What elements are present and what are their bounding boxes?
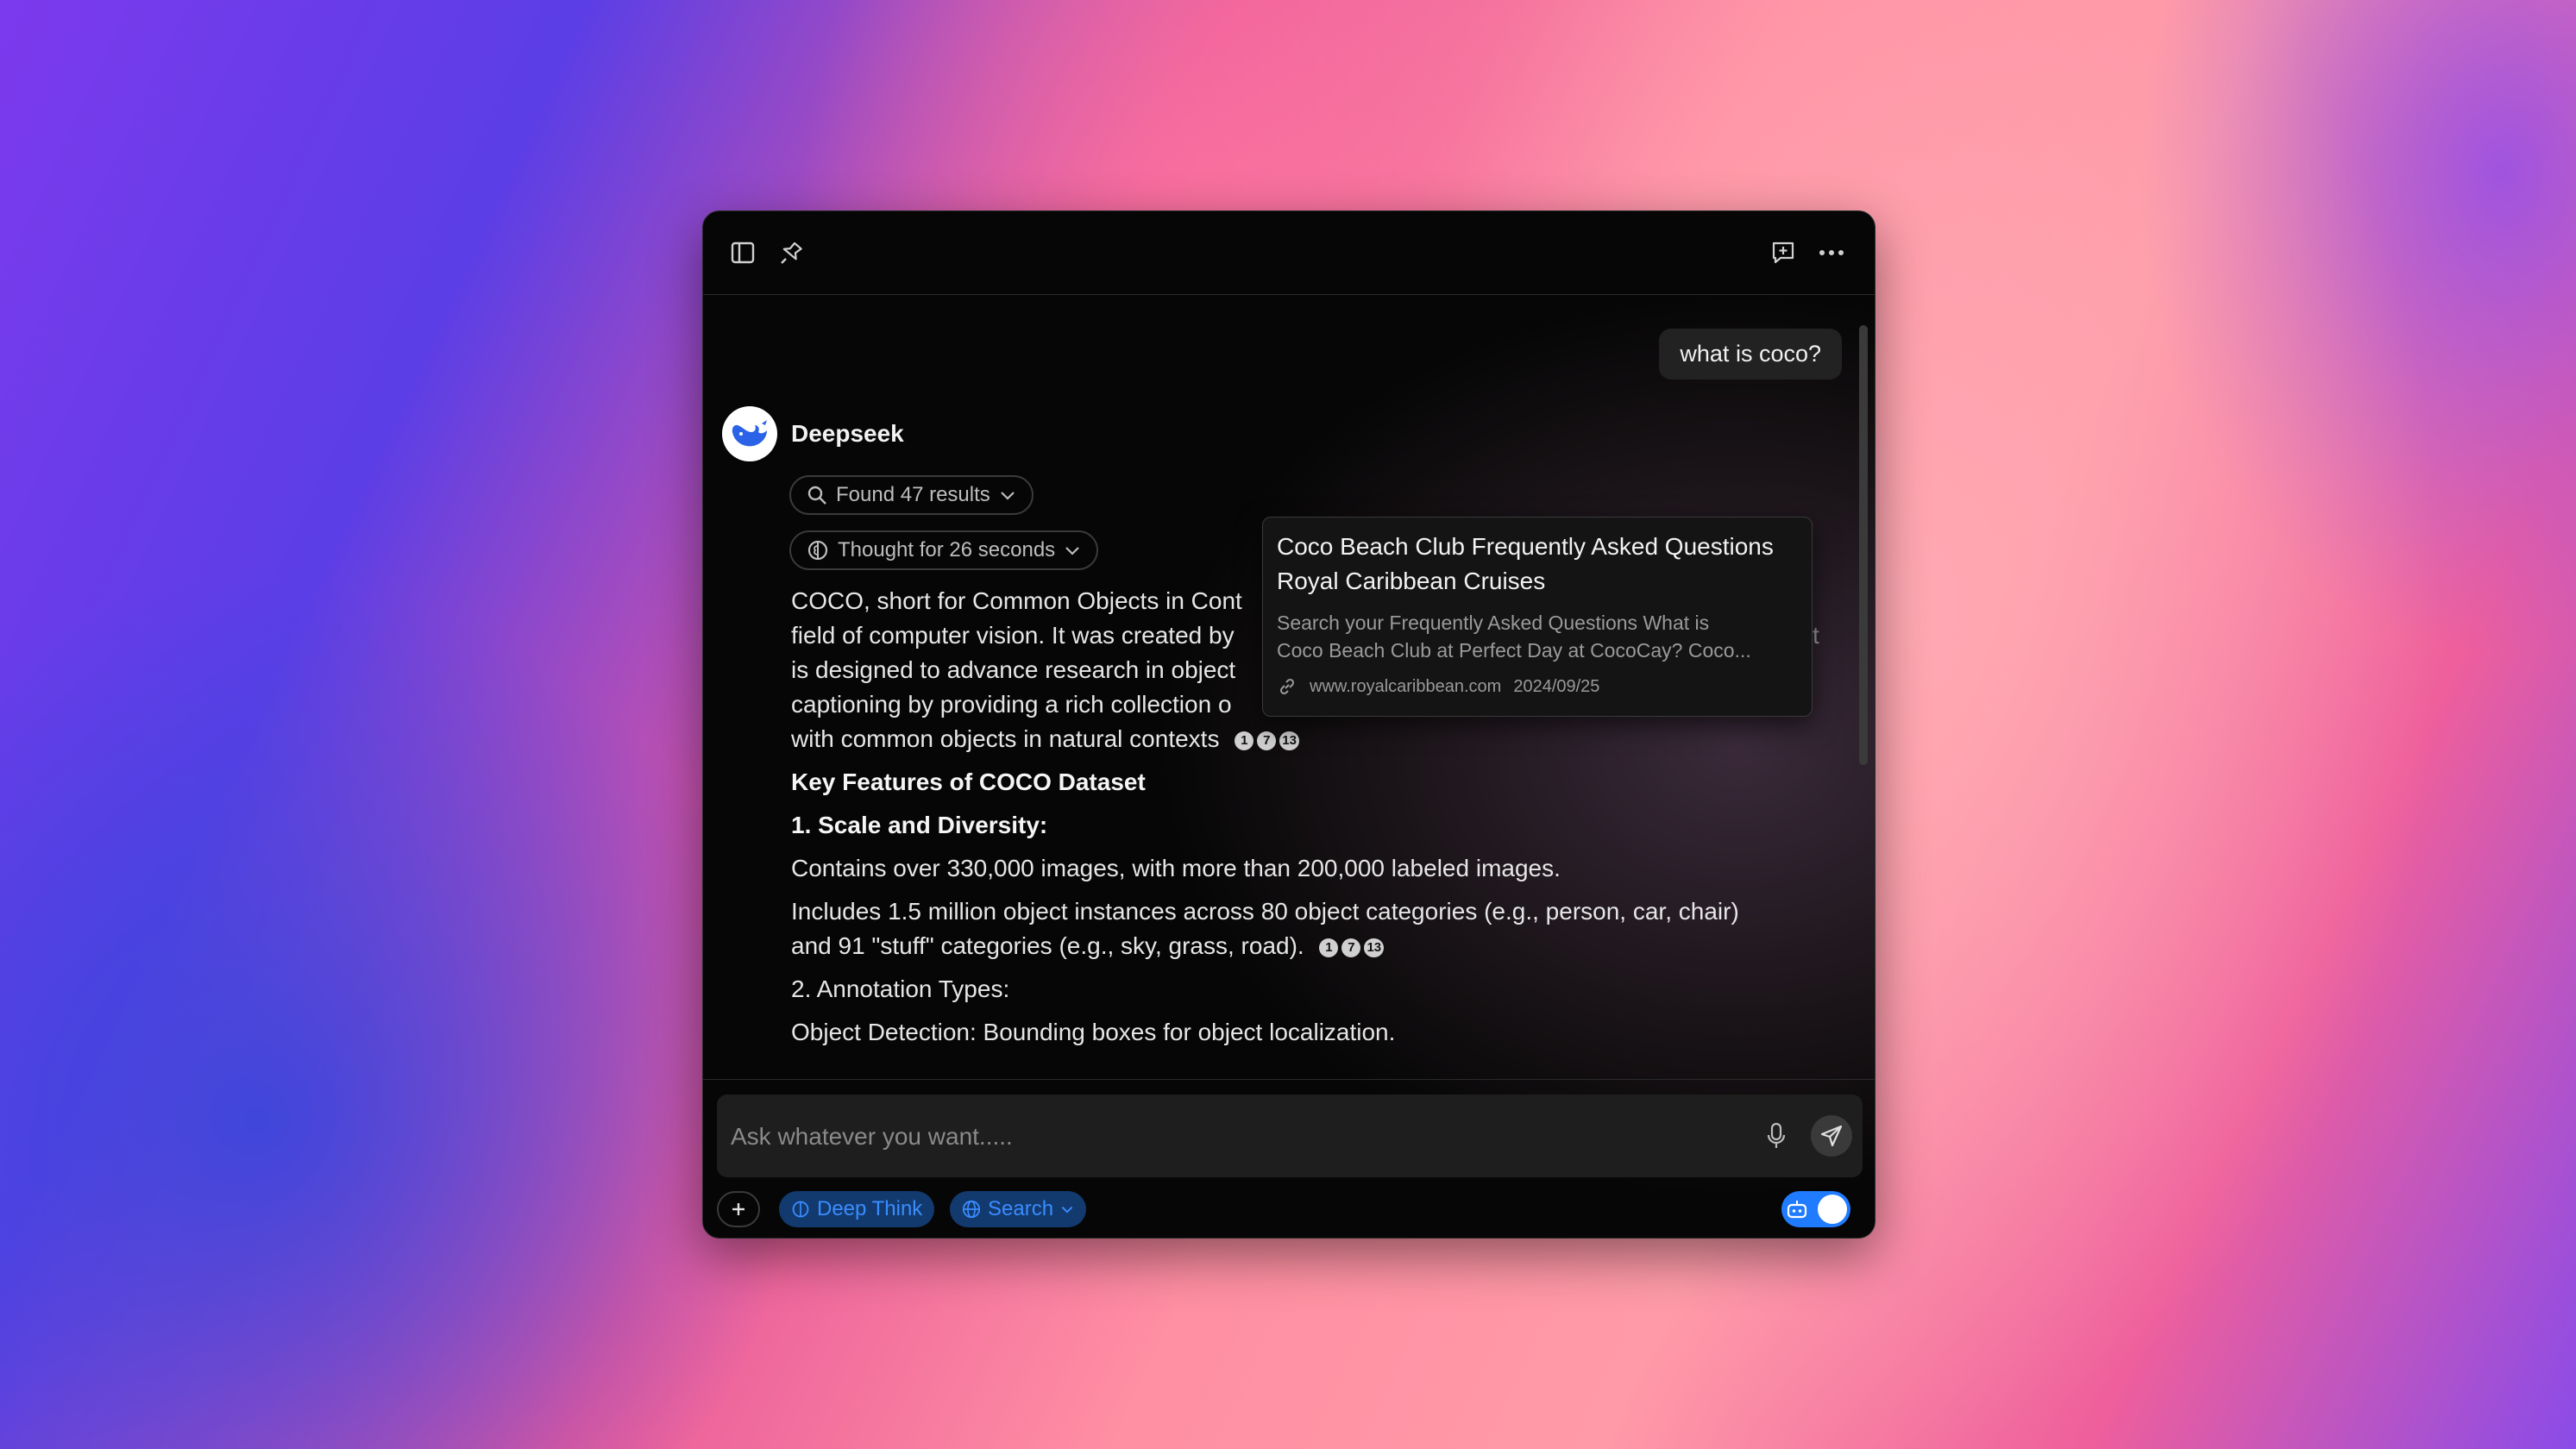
deep-think-toggle[interactable]: Deep Think: [779, 1191, 935, 1227]
answer-text-line: COCO, short for Common Objects in Cont: [791, 587, 1242, 614]
section-heading: Key Features of COCO Dataset: [791, 768, 1146, 795]
microphone-icon[interactable]: [1766, 1122, 1787, 1154]
answer-text: with common objects in natural contexts: [791, 725, 1220, 752]
deep-think-label: Deep Think: [817, 1197, 923, 1220]
chevron-down-icon: [1061, 1206, 1073, 1214]
tooltip-desc-line: Coco Beach Club at Perfect Day at CocoCa…: [1277, 639, 1751, 662]
tooltip-title: Coco Beach Club Frequently Asked Questio…: [1277, 530, 1798, 599]
citation-group: 1 7 13: [1235, 731, 1299, 750]
new-chat-icon[interactable]: [1766, 235, 1800, 270]
add-button[interactable]: [717, 1191, 760, 1227]
user-message: what is coco?: [1659, 329, 1842, 380]
tooltip-date: 2024/09/25: [1513, 676, 1600, 696]
tooltip-title-line: Royal Caribbean Cruises: [1277, 568, 1546, 594]
brain-icon: [807, 540, 828, 561]
citation-badge[interactable]: 7: [1341, 938, 1361, 957]
answer-text-line: Includes 1.5 million object instances ac…: [791, 898, 1739, 925]
citation-badge[interactable]: 13: [1364, 938, 1385, 957]
tooltip-domain[interactable]: www.royalcaribbean.com: [1310, 677, 1501, 697]
thought-pill-label: Thought for 26 seconds: [838, 538, 1056, 561]
send-button[interactable]: [1811, 1115, 1852, 1157]
tooltip-description: Search your Frequently Asked Questions W…: [1277, 609, 1798, 664]
chevron-down-icon: [1065, 547, 1079, 555]
chat-input-box: [717, 1095, 1863, 1179]
sub-heading: 1. Scale and Diversity:: [791, 812, 1048, 838]
agent-toggle[interactable]: [1781, 1191, 1850, 1227]
chevron-down-icon: [1001, 492, 1015, 500]
tooltip-desc-line: Search your Frequently Asked Questions W…: [1277, 612, 1710, 634]
robot-icon: [1787, 1201, 1807, 1219]
link-icon: [1279, 678, 1295, 695]
plus-icon: [732, 1203, 745, 1215]
globe-icon: [962, 1200, 981, 1219]
send-icon: [1820, 1125, 1843, 1147]
answer-text: and 91 "stuff" categories (e.g., sky, gr…: [791, 932, 1304, 959]
search-results-pill[interactable]: Found 47 results: [789, 475, 1034, 515]
answer-text-line: Contains over 330,000 images, with more …: [791, 855, 1561, 881]
pin-icon[interactable]: [774, 235, 808, 270]
citation-badge[interactable]: 13: [1279, 731, 1299, 750]
answer-text-line: with common objects in natural contexts …: [791, 725, 1299, 753]
more-icon[interactable]: [1814, 235, 1849, 270]
chat-window: what is coco? Deepseek Found 47 results …: [702, 210, 1875, 1239]
search-icon: [807, 486, 826, 505]
citation-badge[interactable]: 1: [1319, 938, 1339, 957]
top-bar: [703, 211, 1875, 295]
whale-icon: [732, 420, 767, 447]
search-label: Search: [988, 1197, 1054, 1220]
answer-text-line: Object Detection: Bounding boxes for obj…: [791, 1019, 1396, 1045]
thought-pill[interactable]: Thought for 26 seconds: [789, 530, 1099, 570]
citation-tooltip[interactable]: Coco Beach Club Frequently Asked Questio…: [1262, 517, 1813, 717]
answer-text-line: is designed to advance research in objec…: [791, 656, 1236, 683]
citation-badge[interactable]: 1: [1235, 731, 1254, 750]
answer-overflow-char: t: [1813, 622, 1819, 649]
chat-input[interactable]: [717, 1095, 1750, 1179]
tooltip-meta: www.royalcaribbean.com 2024/09/25: [1277, 676, 1798, 697]
answer-text-line: field of computer vision. It was created…: [791, 622, 1235, 649]
answer-text-line: and 91 "stuff" categories (e.g., sky, gr…: [791, 932, 1385, 960]
sub-heading: 2. Annotation Types:: [791, 975, 1010, 1002]
brain-icon: [792, 1201, 809, 1218]
search-pill-label: Found 47 results: [836, 483, 990, 506]
scrollbar[interactable]: [1859, 325, 1868, 765]
sidebar-icon[interactable]: [726, 235, 760, 270]
search-toggle[interactable]: Search: [950, 1191, 1087, 1227]
citation-badge[interactable]: 7: [1257, 731, 1277, 750]
citation-group: 1 7 13: [1319, 938, 1385, 957]
deepseek-avatar: [722, 406, 777, 461]
divider: [703, 1079, 1875, 1080]
tooltip-title-line: Coco Beach Club Frequently Asked Questio…: [1277, 533, 1774, 560]
toggle-knob: [1818, 1195, 1847, 1224]
answer-text-line: captioning by providing a rich collectio…: [791, 691, 1232, 718]
bot-name: Deepseek: [791, 420, 904, 447]
